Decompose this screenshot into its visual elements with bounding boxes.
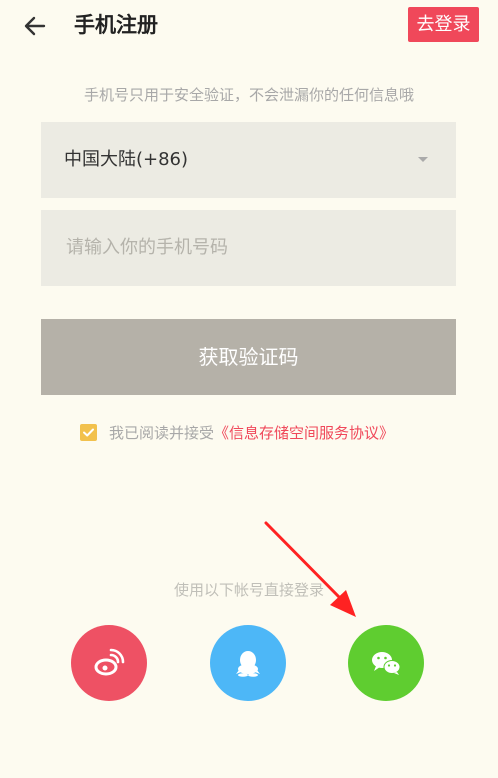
qq-icon — [236, 651, 260, 677]
security-hint: 手机号只用于安全验证，不会泄漏你的任何信息哦 — [83, 86, 414, 104]
back-arrow-icon[interactable] — [22, 12, 50, 40]
qq-login-button[interactable] — [210, 625, 286, 701]
page-title: 手机注册 — [74, 13, 158, 37]
checkmark-icon — [83, 428, 94, 437]
get-code-button[interactable]: 获取验证码 — [41, 319, 456, 395]
weibo-login-button[interactable] — [71, 625, 147, 701]
country-selected-value: 中国大陆(+86) — [64, 149, 189, 170]
weibo-icon — [94, 648, 125, 676]
wechat-icon — [372, 652, 401, 675]
wechat-login-button[interactable] — [348, 625, 424, 701]
phone-input[interactable] — [64, 236, 428, 259]
country-select[interactable]: 中国大陆(+86) — [41, 122, 456, 198]
header: 手机注册 去登录 — [0, 0, 498, 52]
phone-field-container — [41, 210, 456, 286]
agreement-link[interactable]: 《信息存储空间服务协议》 — [214, 424, 394, 442]
agreement-text: 我已阅读并接受 — [109, 424, 215, 442]
agreement-checkbox[interactable] — [80, 424, 97, 441]
agreement-text-wrap: 我已阅读并接受《信息存储空间服务协议》 — [109, 422, 394, 444]
go-login-button[interactable]: 去登录 — [408, 7, 479, 42]
social-login-hint: 使用以下帐号直接登录 — [173, 581, 324, 599]
dropdown-caret-icon — [418, 157, 428, 162]
